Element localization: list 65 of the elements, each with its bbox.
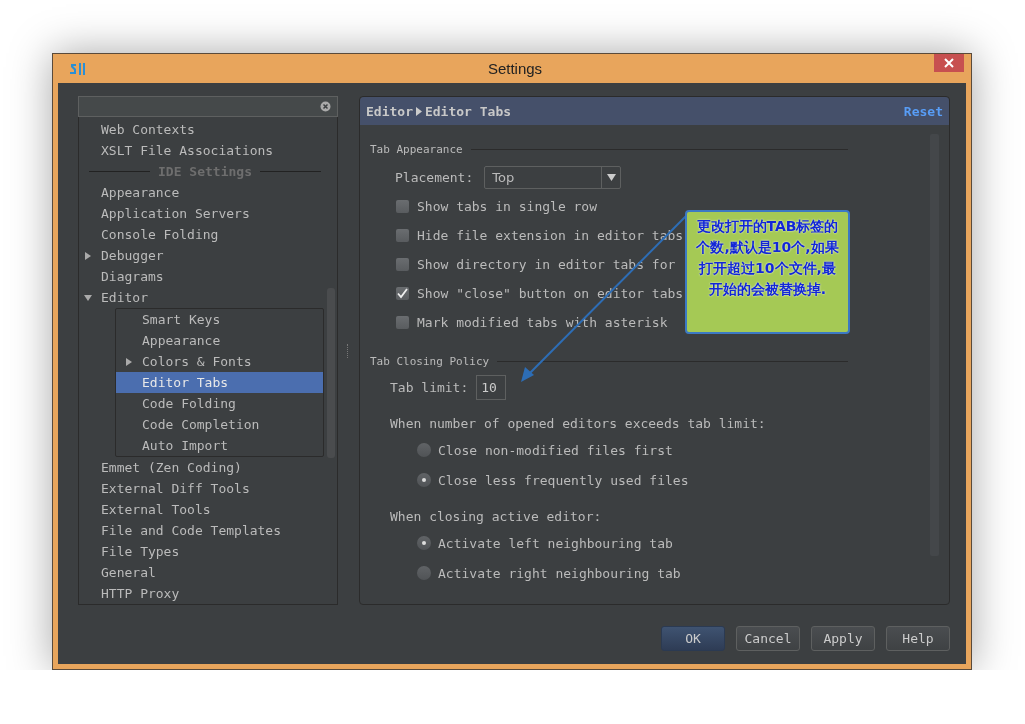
group-label: When closing active editor:	[390, 509, 602, 524]
dialog-button[interactable]: Apply	[811, 626, 875, 651]
field-label: Placement:	[395, 170, 474, 185]
tree-item[interactable]: General	[79, 562, 337, 583]
tree-item[interactable]: File and Code Templates	[79, 520, 337, 541]
radio-label: Activate right neighbouring tab	[438, 565, 681, 581]
close-icon	[944, 58, 954, 68]
tree-item[interactable]: Emmet (Zen Coding)	[79, 457, 337, 478]
radio-button[interactable]	[417, 473, 431, 487]
search-field[interactable]	[78, 96, 338, 117]
tree-item[interactable]: Smart Keys	[116, 309, 323, 330]
tree-item[interactable]: Diagrams	[79, 266, 337, 287]
tree-item[interactable]: Debugger	[79, 245, 337, 266]
radio-label: Activate left neighbouring tab	[438, 535, 673, 551]
radio-button[interactable]	[417, 443, 431, 457]
checkbox[interactable]	[396, 200, 409, 213]
field-label: Tab limit:	[390, 380, 469, 395]
breadcrumb-arrow-icon	[415, 106, 422, 116]
radio-button[interactable]	[417, 536, 431, 550]
app-logo-icon	[68, 60, 86, 77]
tree-item[interactable]: Editor	[79, 287, 337, 308]
reset-link[interactable]: Reset	[903, 103, 943, 119]
tree-item[interactable]: XSLT File Associations	[79, 140, 337, 161]
window-title: Settings	[486, 60, 543, 77]
breadcrumb-item: Editor Tabs	[424, 103, 512, 119]
expand-arrow-icon[interactable]	[84, 251, 92, 260]
clear-icon[interactable]	[320, 101, 331, 112]
section-title: Tab Appearance	[370, 142, 463, 156]
checkbox[interactable]	[396, 258, 409, 271]
checkbox[interactable]	[396, 316, 409, 329]
checkbox[interactable]	[396, 287, 409, 300]
tree-item[interactable]: Auto Import	[116, 435, 323, 456]
annotation-callout: 更改打开的TAB标签的个数,默认是10个,如果打开超过10个文件,最开始的会被替换掉.	[685, 210, 850, 334]
tree-item[interactable]: Web Contexts	[79, 119, 337, 140]
tree-item[interactable]: External Diff Tools	[79, 478, 337, 499]
tree-item[interactable]: Application Servers	[79, 203, 337, 224]
dialog-button[interactable]: Cancel	[736, 626, 800, 651]
tree-item[interactable]: Colors & Fonts	[116, 351, 323, 372]
tree-item[interactable]: Code Completion	[116, 414, 323, 435]
tree-item[interactable]: Code Folding	[116, 393, 323, 414]
radio-label: Close non-modified files first	[438, 442, 673, 458]
tree-item[interactable]: Appearance	[79, 182, 337, 203]
splitter-handle[interactable]	[347, 343, 350, 358]
placement-dropdown[interactable]: Top	[484, 166, 622, 189]
breadcrumb-item: Editor	[366, 103, 413, 119]
tab-limit-field[interactable]: 10	[476, 375, 507, 400]
tree-item[interactable]: File Types	[79, 541, 337, 562]
tree-item[interactable]: Console Folding	[79, 224, 337, 245]
tree-item[interactable]: Editor Tabs	[116, 372, 323, 393]
dialog-button[interactable]: Help	[886, 626, 950, 651]
close-button[interactable]	[934, 54, 964, 72]
checkbox[interactable]	[396, 229, 409, 242]
tree-item[interactable]: HTTP Proxy	[79, 583, 337, 604]
expand-arrow-icon[interactable]	[125, 357, 133, 366]
section-title: Tab Closing Policy	[370, 354, 490, 368]
collapse-arrow-icon[interactable]	[84, 293, 92, 302]
group-label: When number of opened editors exceeds tab limit:	[390, 416, 766, 431]
tree-item[interactable]: Appearance	[116, 330, 323, 351]
radio-button[interactable]	[417, 566, 431, 580]
checkmark-icon	[396, 287, 409, 300]
checkbox-label: Show tabs in single row	[417, 199, 597, 214]
radio-label: Close less frequently used files	[438, 472, 689, 488]
dialog-button[interactable]: OK	[661, 626, 725, 651]
dropdown-arrow-icon[interactable]	[606, 174, 616, 181]
tree-item[interactable]: External Tools	[79, 499, 337, 520]
